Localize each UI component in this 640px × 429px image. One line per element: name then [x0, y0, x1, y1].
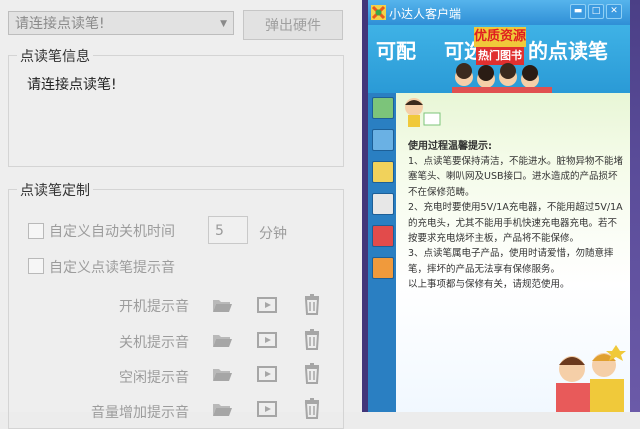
- store-icon[interactable]: [372, 257, 394, 279]
- kid-mascot-image: [405, 98, 441, 127]
- medkit-icon[interactable]: [372, 225, 394, 247]
- sound-label-shutdown: 关机提示音: [119, 335, 189, 351]
- pen-info-legend: 点读笔信息: [17, 46, 93, 66]
- trash-icon[interactable]: [301, 397, 323, 419]
- auto-off-minutes-input[interactable]: 5: [208, 216, 248, 244]
- sidebar: [368, 93, 396, 412]
- custom-prompt-checkbox[interactable]: [28, 258, 44, 274]
- custom-prompt-label: 自定义点读笔提示音: [49, 260, 175, 276]
- app-logo-icon: [371, 5, 386, 20]
- device-select-value: 请连接点读笔!: [15, 16, 105, 32]
- play-icon[interactable]: [256, 398, 278, 420]
- trash-icon[interactable]: [301, 328, 323, 350]
- book-icon[interactable]: [372, 129, 394, 151]
- tip-item: 3、点读笔属电子产品，使用时请爱惜，勿随意摔笔，摔坏的产品无法享有保修服务。: [408, 248, 614, 275]
- device-select[interactable]: 请连接点读笔! ▼: [8, 11, 234, 35]
- notes-icon[interactable]: [372, 193, 394, 215]
- chart-icon[interactable]: [372, 161, 394, 183]
- window-titlebar[interactable]: 小达人客户端 ▬ □ ✕: [368, 0, 630, 25]
- sound-label-idle: 空闲提示音: [119, 370, 189, 386]
- banner-kids-image: [452, 63, 552, 93]
- auto-off-label: 自定义自动关机时间: [49, 224, 175, 240]
- sound-label-startup: 开机提示音: [119, 299, 189, 315]
- pen-custom-legend: 点读笔定制: [17, 180, 93, 200]
- window-title: 小达人客户端: [389, 7, 462, 21]
- banner-text-configurable: 可配: [376, 39, 416, 63]
- play-icon[interactable]: [256, 294, 278, 316]
- banner-highlight-quality: 优质资源: [474, 27, 526, 47]
- sound-label-volume-up: 音量增加提示音: [91, 405, 189, 421]
- tip-item: 1、点读笔要保持清洁，不能进水。脏物异物不能堵塞笔头、喇叭网及USB接口。进水造…: [408, 156, 624, 198]
- folder-open-icon[interactable]: [211, 398, 233, 420]
- settings-panel: 请连接点读笔! ▼ 弹出硬件 点读笔信息 请连接点读笔! 点读笔定制 自定义自动…: [0, 0, 362, 429]
- minutes-unit-label: 分钟: [259, 226, 287, 242]
- play-icon[interactable]: [256, 363, 278, 385]
- maximize-icon[interactable]: □: [588, 4, 604, 19]
- minimize-icon[interactable]: ▬: [570, 4, 586, 19]
- auto-off-checkbox[interactable]: [28, 223, 44, 239]
- eject-hardware-button[interactable]: 弹出硬件: [243, 10, 343, 40]
- trash-icon[interactable]: [301, 293, 323, 315]
- close-icon[interactable]: ✕: [606, 4, 622, 19]
- folder-open-icon[interactable]: [211, 363, 233, 385]
- chevron-down-icon: ▼: [220, 19, 227, 29]
- pen-custom-group: 点读笔定制 自定义自动关机时间 5 分钟 自定义点读笔提示音 开机提示音 关机提…: [8, 180, 344, 429]
- tips-content: 使用过程温馨提示: 1、点读笔要保持清洁，不能进水。脏物异物不能堵塞笔头、喇叭网…: [396, 93, 630, 412]
- folder-open-icon[interactable]: [211, 329, 233, 351]
- pen-info-group: 点读笔信息 请连接点读笔!: [8, 46, 344, 167]
- kids-reading-image: [556, 345, 626, 412]
- client-window: 小达人客户端 ▬ □ ✕ 可配 可选 优质资源 热门图书 的点读笔 使用过程温馨…: [368, 0, 630, 412]
- folder-open-icon[interactable]: [211, 294, 233, 316]
- play-icon[interactable]: [256, 329, 278, 351]
- desktop-background: 小达人客户端 ▬ □ ✕ 可配 可选 优质资源 热门图书 的点读笔 使用过程温馨…: [362, 0, 640, 412]
- tips-title: 使用过程温馨提示:: [408, 141, 492, 152]
- pen-info-text: 请连接点读笔!: [27, 77, 117, 93]
- tips-body: 1、点读笔要保持清洁，不能进水。脏物异物不能堵塞笔头、喇叭网及USB接口。进水造…: [408, 154, 626, 293]
- tip-item: 2、充电时要使用5V/1A充电器，不能用超过5V/1A的充电头，尤其不能用手机快…: [408, 202, 623, 245]
- tip-item: 以上事项都与保修有关，请规范使用。: [408, 279, 570, 291]
- promo-banner: 可配 可选 优质资源 热门图书 的点读笔: [368, 25, 630, 93]
- trash-icon[interactable]: [301, 362, 323, 384]
- plant-icon[interactable]: [372, 97, 394, 119]
- banner-text-pen: 的点读笔: [528, 39, 608, 63]
